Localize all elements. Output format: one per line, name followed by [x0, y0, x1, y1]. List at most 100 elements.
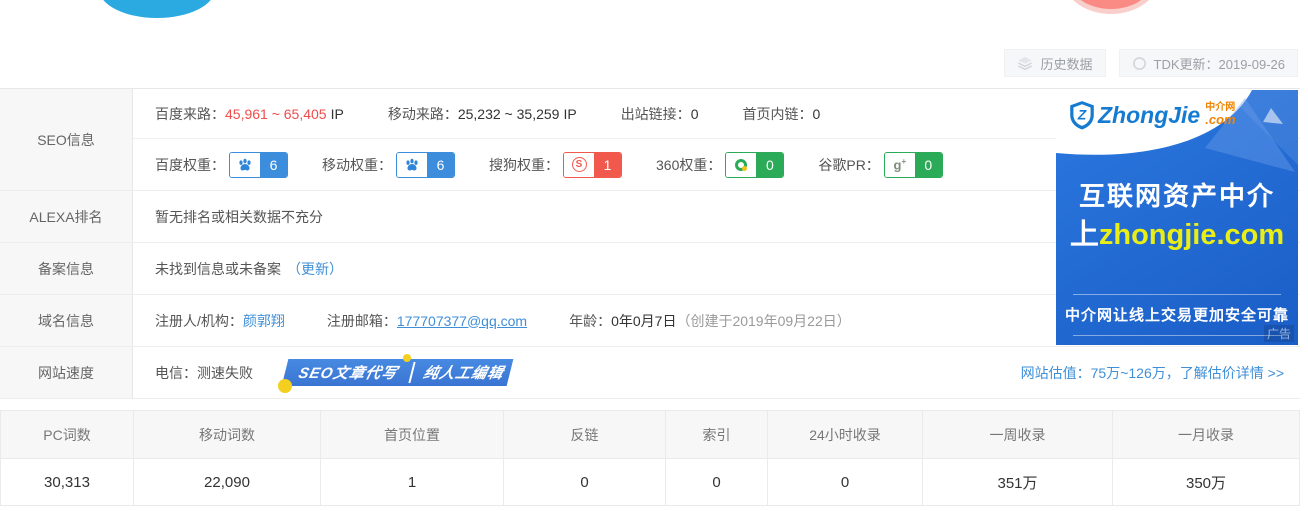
refresh-circle-icon: [1132, 56, 1147, 71]
registrant-link[interactable]: 颜郭翔: [243, 313, 285, 329]
promo-right-text: 纯人工编辑: [408, 362, 506, 383]
table-header-row: PC词数 移动词数 首页位置 反链 索引 24小时收录 一周收录 一月收录: [1, 411, 1299, 459]
logo-tld-text: .com: [1205, 113, 1235, 127]
email-link[interactable]: 177707377@qq.com: [397, 313, 527, 329]
table-header-cell: 一月收录: [1112, 411, 1299, 458]
valuation-value: 75万~126万: [1091, 365, 1166, 381]
banner-subline: 上zhongjie.com: [1056, 211, 1298, 253]
valuation-detail-link: ，了解估价详情 >>: [1166, 365, 1284, 381]
sogou-weight-value: 1: [594, 153, 621, 177]
banner-divider: [1073, 335, 1281, 336]
zhongjie-ad-banner[interactable]: Z ZhongJie 中介网 .com 互联网资产中介 上zhongjie.co…: [1056, 90, 1298, 345]
svg-text:Z: Z: [1077, 106, 1087, 122]
seo-overview-page: 历史数据 TDK更新：2019-09-26 SEO信息 百度来路：45,961 …: [0, 0, 1308, 511]
tdk-update-button[interactable]: TDK更新：2019-09-26: [1119, 49, 1299, 77]
table-header-cell: 索引: [665, 411, 767, 458]
icp-update-link[interactable]: （更新）: [287, 259, 343, 279]
table-cell: 351万: [922, 459, 1112, 505]
baidu-paw-icon: [230, 153, 260, 177]
table-header-cell: 一周收录: [922, 411, 1112, 458]
table-header-cell: 反链: [503, 411, 665, 458]
promo-left-text: SEO文章代写: [288, 362, 404, 383]
created-date-note: （创建于2019年09月22日）: [676, 313, 850, 329]
zhongjie-logo: Z ZhongJie 中介网 .com: [1069, 100, 1236, 130]
table-cell: 30,313: [1, 459, 133, 505]
tdk-update-label: TDK更新：2019-09-26: [1154, 54, 1286, 73]
google-pr-value: 0: [915, 153, 942, 177]
360-weight-value: 0: [756, 153, 783, 177]
sogou-weight-badge[interactable]: S 1: [563, 152, 622, 178]
mobile-traffic-label: 移动来路：: [388, 106, 458, 122]
homepage-inlinks: 首页内链：0: [742, 104, 820, 124]
table-cell: 1: [320, 459, 503, 505]
baidu-weight-value: 6: [260, 153, 287, 177]
registrant-label: 注册人/机构：: [155, 313, 243, 329]
banner-subline-prefix: 上: [1070, 219, 1099, 251]
mobile-traffic: 移动来路：25,232 ~ 35,259IP: [388, 104, 577, 124]
seo-writing-promo[interactable]: SEO文章代写 纯人工编辑: [285, 359, 510, 386]
speed-row: 网站速度 电信：测速失败 SEO文章代写 纯人工编辑 网站估值：75万~126万…: [0, 347, 1300, 399]
site-valuation-link[interactable]: 网站估值：75万~126万，了解估价详情 >>: [1021, 363, 1284, 383]
row-label-speed: 网站速度: [0, 347, 133, 398]
email-label: 注册邮箱：: [327, 313, 397, 329]
ad-tag: 广告: [1264, 325, 1294, 342]
google-pr-badge[interactable]: g+ 0: [884, 152, 943, 178]
banner-tagline: 中介网让线上交易更加安全可靠: [1056, 304, 1298, 325]
mobile-traffic-value: 25,232 ~ 35,259: [458, 106, 560, 122]
baidu-traffic-value: 45,961 ~ 65,405: [225, 106, 327, 122]
partial-pink-logo-circle: [1062, 0, 1160, 14]
row-label-alexa: ALEXA排名: [0, 191, 133, 242]
banner-headline: 互联网资产中介: [1056, 176, 1298, 213]
history-data-button[interactable]: 历史数据: [1004, 49, 1105, 77]
row-label-seo-info: SEO信息: [0, 89, 133, 190]
table-header-cell: PC词数: [1, 411, 133, 458]
age-label: 年龄：: [569, 313, 611, 329]
table-cell: 0: [665, 459, 767, 505]
keyword-stats-table: PC词数 移动词数 首页位置 反链 索引 24小时收录 一周收录 一月收录 30…: [0, 410, 1300, 506]
icp-status-text: 未找到信息或未备案: [155, 259, 281, 279]
row-label-icp: 备案信息: [0, 243, 133, 294]
360-ring-icon: [726, 153, 756, 177]
baidu-weight-badge[interactable]: 6: [229, 152, 288, 178]
valuation-label: 网站估值：: [1021, 365, 1091, 381]
table-cell: 350万: [1112, 459, 1299, 505]
360-weight-badge[interactable]: 0: [725, 152, 784, 178]
table-header-cell: 移动词数: [133, 411, 320, 458]
outbound-links-value: 0: [691, 106, 699, 122]
table-cell: 0: [767, 459, 922, 505]
table-header-cell: 首页位置: [320, 411, 503, 458]
sogou-s-icon: S: [564, 153, 594, 177]
mobile-weight-badge[interactable]: 6: [396, 152, 455, 178]
promo-ribbon: SEO文章代写 纯人工编辑: [282, 359, 513, 386]
registrant-group: 注册人/机构：颜郭翔: [155, 311, 285, 331]
sogou-weight: 搜狗权重： S 1: [489, 152, 622, 178]
toolbar: 历史数据 TDK更新：2019-09-26: [1004, 49, 1298, 77]
shield-icon: Z: [1069, 100, 1095, 130]
sogou-weight-label: 搜狗权重：: [489, 155, 559, 175]
email-group: 注册邮箱：177707377@qq.com: [327, 311, 527, 331]
outbound-links: 出站链接：0: [621, 104, 699, 124]
outbound-links-label: 出站链接：: [621, 106, 691, 122]
baidu-traffic-label: 百度来路：: [155, 106, 225, 122]
google-pr: 谷歌PR： g+ 0: [818, 152, 942, 178]
table-cell: 22,090: [133, 459, 320, 505]
baidu-weight-label: 百度权重：: [155, 155, 225, 175]
baidu-traffic-unit: IP: [331, 106, 344, 122]
history-data-label: 历史数据: [1040, 54, 1092, 73]
homepage-inlinks-label: 首页内链：: [742, 106, 812, 122]
table-data-row: 30,313 22,090 1 0 0 0 351万 350万: [1, 459, 1299, 505]
partial-blue-logo-circle: [99, 0, 215, 18]
baidu-weight: 百度权重： 6: [155, 152, 288, 178]
homepage-inlinks-value: 0: [812, 106, 820, 122]
yellow-dot-icon: [403, 354, 411, 362]
row-label-domain: 域名信息: [0, 295, 133, 346]
google-gplus-icon: g+: [885, 153, 915, 177]
layers-icon: [1017, 55, 1033, 71]
table-header-cell: 24小时收录: [767, 411, 922, 458]
360-weight-label: 360权重：: [656, 155, 721, 175]
baidu-traffic: 百度来路：45,961 ~ 65,405IP: [155, 104, 344, 124]
mobile-weight-label: 移动权重：: [322, 155, 392, 175]
google-pr-label: 谷歌PR：: [818, 155, 879, 175]
yellow-dot-icon: [278, 379, 292, 393]
alexa-status-text: 暂无排名或相关数据不充分: [155, 207, 323, 227]
